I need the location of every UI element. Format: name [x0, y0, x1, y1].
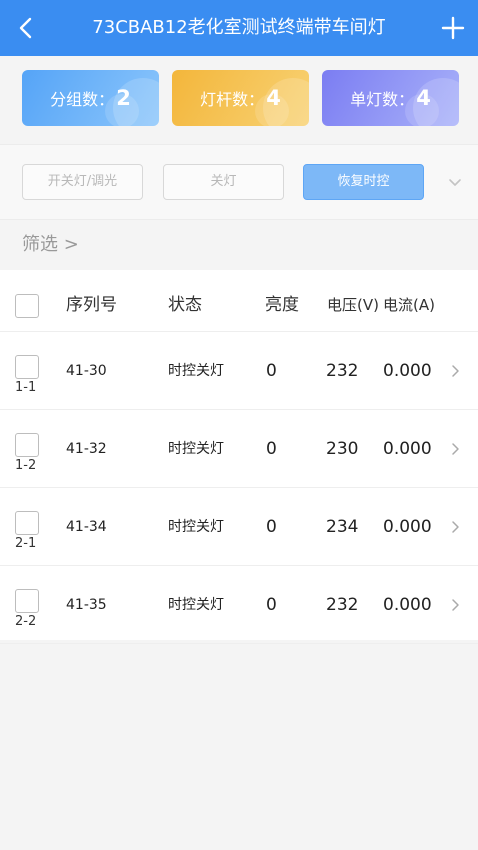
restore-schedule-button[interactable]: 恢复时控: [303, 164, 424, 200]
row-brightness: 0: [266, 595, 277, 615]
column-serial: 序列号: [66, 295, 117, 315]
row-current: 0.000: [383, 439, 432, 459]
chevron-down-icon[interactable]: [446, 173, 464, 191]
row-group: 1-1: [15, 380, 37, 395]
table-row[interactable]: 1-2 41-32 时控关灯 0 230 0.000: [0, 410, 478, 488]
stats-panel: 分组数：2 灯杆数：4 单灯数：4: [0, 56, 478, 144]
page-title: 73CBAB12老化室测试终端带车间灯: [92, 17, 386, 38]
row-status: 时控关灯: [168, 597, 224, 613]
lamp-table: 序列号 状态 亮度 电压(V) 电流(A) 1-1 41-30 时控关灯 0 2…: [0, 270, 478, 644]
chevron-right-icon[interactable]: [448, 440, 462, 458]
row-group: 2-1: [15, 536, 37, 551]
row-serial: 41-35: [66, 597, 107, 613]
pole-count-value: 4: [266, 86, 281, 110]
table-row[interactable]: 1-1 41-30 时控关灯 0 232 0.000: [0, 332, 478, 410]
column-voltage: 电压(V): [327, 296, 379, 314]
row-status: 时控关灯: [168, 363, 224, 379]
row-status: 时控关灯: [168, 441, 224, 457]
row-brightness: 0: [266, 361, 277, 381]
filter-label[interactable]: 筛选 >: [22, 220, 79, 270]
row-voltage: 232: [326, 595, 359, 615]
row-group: 2-2: [15, 614, 37, 629]
row-serial: 41-34: [66, 519, 107, 535]
lights-off-button[interactable]: 关灯: [163, 164, 284, 200]
switch-dim-button[interactable]: 开关灯/调光: [22, 164, 143, 200]
lamp-count-card[interactable]: 单灯数：4: [322, 70, 459, 126]
row-checkbox[interactable]: [15, 589, 39, 613]
row-voltage: 232: [326, 361, 359, 381]
row-brightness: 0: [266, 517, 277, 537]
chevron-right-icon[interactable]: [448, 362, 462, 380]
column-current: 电流(A): [383, 296, 435, 314]
row-voltage: 234: [326, 517, 359, 537]
row-current: 0.000: [383, 361, 432, 381]
group-count-label: 分组数：: [50, 90, 115, 109]
select-all-checkbox[interactable]: [15, 294, 39, 318]
column-status: 状态: [168, 295, 202, 315]
top-nav-bar: 73CBAB12老化室测试终端带车间灯: [0, 0, 478, 56]
row-checkbox[interactable]: [15, 433, 39, 457]
row-checkbox[interactable]: [15, 511, 39, 535]
row-status: 时控关灯: [168, 519, 224, 535]
row-current: 0.000: [383, 595, 432, 615]
group-count-card[interactable]: 分组数：2: [22, 70, 159, 126]
plus-icon[interactable]: [438, 13, 468, 43]
table-header: 序列号 状态 亮度 电压(V) 电流(A): [0, 270, 478, 332]
row-serial: 41-32: [66, 441, 107, 457]
chevron-left-icon[interactable]: [12, 12, 40, 44]
table-row[interactable]: 2-1 41-34 时控关灯 0 234 0.000: [0, 488, 478, 566]
control-bar: 开关灯/调光 关灯 恢复时控: [0, 144, 478, 220]
row-brightness: 0: [266, 439, 277, 459]
row-checkbox[interactable]: [15, 355, 39, 379]
lamp-count-label: 单灯数：: [350, 90, 415, 109]
lamp-count-value: 4: [416, 86, 431, 110]
table-row[interactable]: 2-2 41-35 时控关灯 0 232 0.000: [0, 566, 478, 644]
row-current: 0.000: [383, 517, 432, 537]
row-voltage: 230: [326, 439, 359, 459]
chevron-right-icon[interactable]: [448, 596, 462, 614]
row-group: 1-2: [15, 458, 37, 473]
row-serial: 41-30: [66, 363, 107, 379]
group-count-value: 2: [116, 86, 131, 110]
filter-bar[interactable]: 筛选 >: [0, 220, 478, 270]
chevron-right-icon[interactable]: [448, 518, 462, 536]
column-brightness: 亮度: [265, 295, 299, 315]
pole-count-label: 灯杆数：: [200, 90, 265, 109]
pole-count-card[interactable]: 灯杆数：4: [172, 70, 309, 126]
